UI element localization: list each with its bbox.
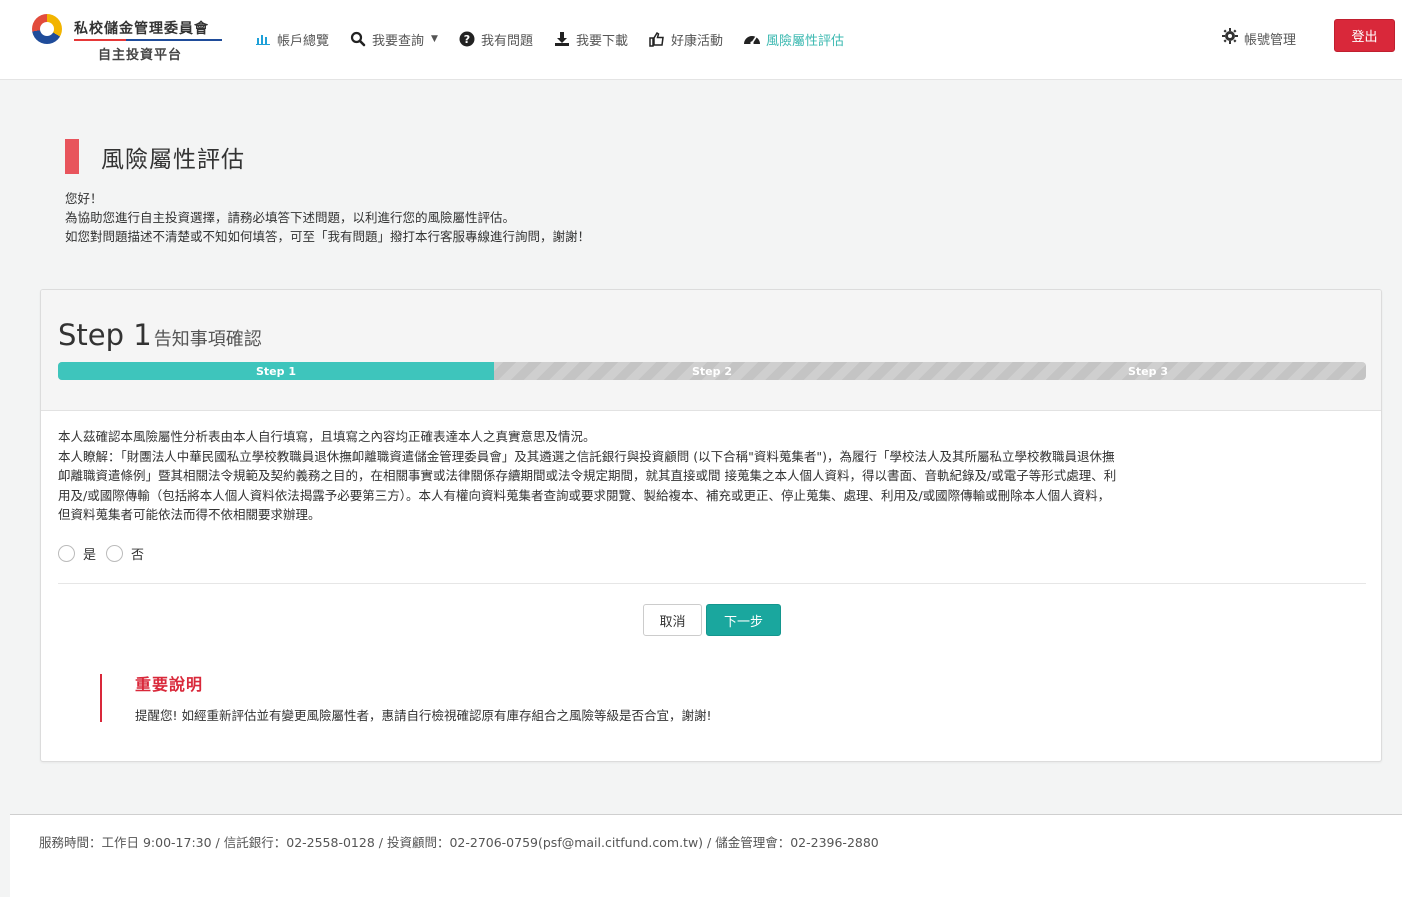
title-accent-bar bbox=[65, 139, 79, 174]
step-title: Step 1 告知事項確認 bbox=[58, 318, 262, 352]
notice-title: 重要說明 bbox=[135, 675, 204, 694]
nav-item-query[interactable]: 我要查詢 ▼ bbox=[349, 30, 438, 49]
intro-line: 如您對問題描述不清楚或不知如何填答，可至「我有問題」撥打本行客服專線進行詢問，謝… bbox=[65, 229, 591, 244]
main-nav: 帳戶總覽 我要查詢 ▼ ? 我有問題 我要下載 好康活動 風險屬性評估 bbox=[254, 28, 844, 50]
nav-label: 帳戶總覽 bbox=[277, 33, 330, 49]
logo-title: 私校儲金管理委員會 bbox=[74, 21, 209, 37]
consent-line: 本人瞭解：「財團法人中華民國私立學校教職員退休撫卹離職資遣儲金管理委員會」及其遴… bbox=[58, 448, 1115, 464]
step-progress-bar: Step 1 Step 2 Step 3 bbox=[58, 362, 1366, 380]
nav-label: 風險屬性評估 bbox=[766, 33, 845, 49]
consent-statement: 本人茲確認本風險屬性分析表由本人自行填寫，且填寫之內容均正確表達本人之真實意思及… bbox=[58, 427, 1366, 525]
nav-label: 我要下載 bbox=[575, 33, 628, 49]
nav-item-risk-assessment[interactable]: 風險屬性評估 bbox=[743, 30, 844, 49]
service-hours-text: 服務時間：工作日 9:00-17:30 / 信託銀行：02-2558-0128 … bbox=[39, 835, 879, 850]
radio-label-no: 否 bbox=[131, 548, 145, 563]
radio-circle-yes[interactable] bbox=[58, 545, 75, 562]
page-title: 風險屬性評估 bbox=[101, 146, 245, 173]
question-icon: ? bbox=[458, 30, 476, 48]
consent-line: 本人茲確認本風險屬性分析表由本人自行填寫，且填寫之內容均正確表達本人之真實意思及… bbox=[58, 429, 596, 444]
divider bbox=[58, 583, 1366, 584]
logo-mark-icon bbox=[32, 14, 62, 44]
search-icon bbox=[349, 30, 367, 48]
download-icon bbox=[553, 30, 571, 48]
step-card: Step 1 告知事項確認 Step 1 Step 2 Step 3 本人茲確認… bbox=[40, 289, 1382, 762]
dashboard-icon bbox=[743, 30, 761, 48]
intro-text: 您好！ 為協助您進行自主投資選擇，請務必填答下述問題，以利進行您的風險屬性評估。… bbox=[65, 189, 590, 246]
next-step-button[interactable]: 下一步 bbox=[706, 604, 781, 636]
logout-button[interactable]: 登出 bbox=[1334, 19, 1395, 52]
nav-item-promotions[interactable]: 好康活動 bbox=[648, 30, 723, 49]
page-footer: 服務時間：工作日 9:00-17:30 / 信託銀行：02-2558-0128 … bbox=[10, 814, 1402, 897]
nav-item-download[interactable]: 我要下載 bbox=[553, 30, 628, 49]
progress-step-1: Step 1 bbox=[58, 362, 494, 380]
top-header: 私校儲金管理委員會 自主投資平台 帳戶總覽 我要查詢 ▼ ? 我有問題 我要下載… bbox=[0, 0, 1402, 80]
logo-underline bbox=[74, 39, 222, 41]
consent-radio-group: 是 否 bbox=[58, 544, 144, 563]
nav-item-questions[interactable]: ? 我有問題 bbox=[458, 30, 533, 49]
step-card-header: Step 1 告知事項確認 Step 1 Step 2 Step 3 bbox=[41, 290, 1381, 411]
radio-label-yes: 是 bbox=[83, 548, 97, 563]
radio-circle-no[interactable] bbox=[106, 545, 124, 562]
step-name: 告知事項確認 bbox=[153, 329, 262, 350]
step-number: Step 1 bbox=[58, 318, 152, 352]
bar-chart-icon bbox=[254, 30, 272, 48]
account-label: 帳號管理 bbox=[1244, 32, 1297, 48]
progress-step-2: Step 2 bbox=[692, 364, 732, 378]
intro-line: 您好！ bbox=[65, 191, 103, 206]
nav-label: 我有問題 bbox=[480, 33, 533, 49]
thumbs-up-icon bbox=[648, 30, 666, 48]
important-notice: 重要說明 提醒您! 如經重新評估並有變更風險屬性者，惠請自行檢視確認原有庫存組合… bbox=[100, 674, 712, 723]
consent-line: 卹離職資遣條例」暨其相關法令規範及契約義務之目的，在相關事實或法律關係存續期間或… bbox=[58, 468, 1117, 483]
chevron-down-icon: ▼ bbox=[431, 34, 438, 44]
cancel-button[interactable]: 取消 bbox=[643, 604, 702, 636]
radio-yes[interactable]: 是 bbox=[58, 544, 96, 563]
gear-icon bbox=[1222, 28, 1238, 48]
progress-step-3: Step 3 bbox=[1128, 364, 1168, 378]
nav-item-account-overview[interactable]: 帳戶總覽 bbox=[254, 30, 329, 49]
consent-line: 但資料蒐集者可能依法而得不依相關要求辦理。 bbox=[58, 507, 321, 522]
nav-label: 我要查詢 bbox=[372, 33, 425, 49]
page-heading: 風險屬性評估 bbox=[65, 139, 245, 174]
nav-label: 好康活動 bbox=[670, 33, 723, 49]
radio-no[interactable]: 否 bbox=[106, 544, 144, 563]
svg-text:?: ? bbox=[464, 33, 470, 46]
logo-subtitle: 自主投資平台 bbox=[98, 48, 183, 63]
intro-line: 為協助您進行自主投資選擇，請務必填答下述問題，以利進行您的風險屬性評估。 bbox=[65, 210, 516, 225]
account-management-link[interactable]: 帳號管理 bbox=[1222, 28, 1296, 48]
consent-line: 用及/或國際傳輸（包括將本人個人資料依法揭露予必要第三方）。本人有權向資料蒐集者… bbox=[58, 487, 1111, 503]
site-logo[interactable]: 私校儲金管理委員會 自主投資平台 bbox=[32, 12, 232, 64]
notice-text: 提醒您! 如經重新評估並有變更風險屬性者，惠請自行檢視確認原有庫存組合之風險等級… bbox=[135, 708, 712, 723]
